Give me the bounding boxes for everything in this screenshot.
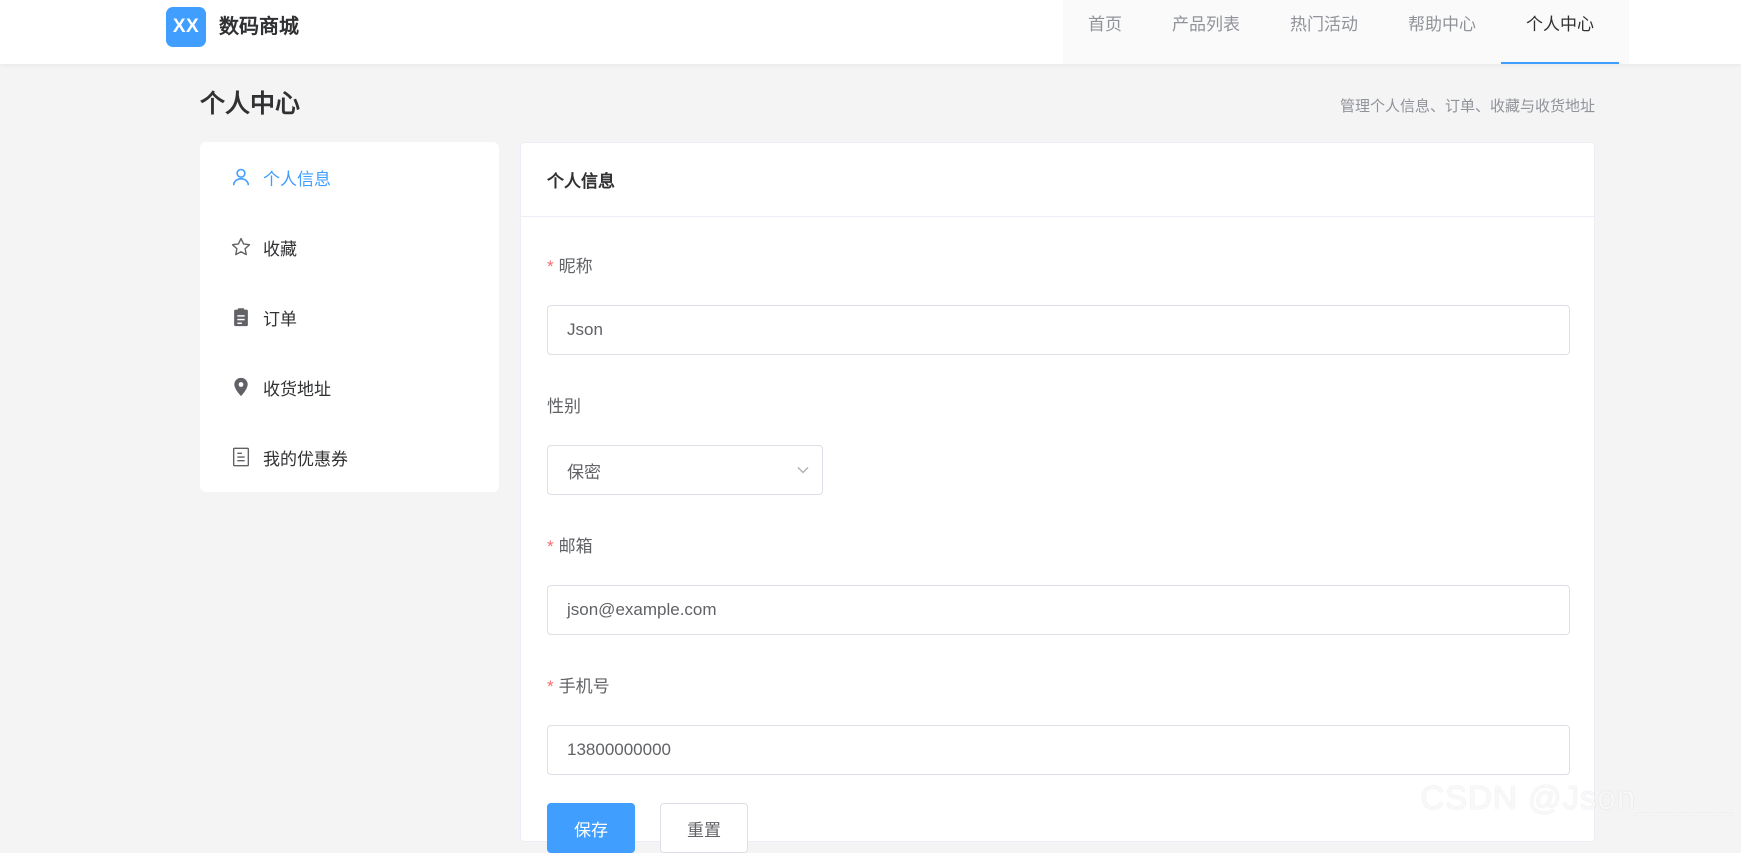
nav-item-profile[interactable]: 个人中心 — [1501, 0, 1619, 64]
phone-input[interactable]: 13800000000 — [547, 725, 1570, 775]
chevron-down-icon — [797, 467, 809, 474]
phone-label-text: 手机号 — [558, 677, 610, 696]
required-asterisk: * — [547, 537, 554, 556]
location-icon — [230, 376, 252, 398]
sidebar-item-address[interactable]: 收货地址 — [200, 352, 499, 422]
sidebar-menu: 个人信息 收藏 订单 收货地址 我的优惠券 — [200, 142, 499, 492]
email-label-text: 邮箱 — [558, 537, 593, 556]
required-asterisk: * — [547, 257, 554, 276]
star-icon — [230, 236, 252, 258]
sidebar-item-label: 个人信息 — [263, 169, 331, 189]
sidebar-item-profile-info[interactable]: 个人信息 — [200, 142, 499, 212]
sidebar-item-orders[interactable]: 订单 — [200, 282, 499, 352]
logo[interactable]: XX — [166, 7, 206, 47]
nav-item-activities[interactable]: 热门活动 — [1265, 0, 1383, 64]
gender-select[interactable]: 保密 — [547, 445, 823, 495]
save-button[interactable]: 保存 — [547, 803, 635, 853]
main-nav: 首页 产品列表 热门活动 帮助中心 个人中心 — [1063, 0, 1629, 64]
profile-info-card: 个人信息 * 昵称 Json 性别 保密 * 邮箱 json@example.com… — [520, 142, 1595, 853]
reset-button[interactable]: 重置 — [660, 803, 748, 853]
watermark: CSDN @Json_____ — [1420, 779, 1733, 816]
page-subtitle: 管理个人信息、订单、收藏与收货地址 — [1339, 98, 1595, 115]
sidebar-item-label: 我的优惠券 — [263, 449, 348, 469]
gender-select-value: 保密 — [567, 462, 601, 482]
user-icon — [230, 166, 252, 188]
email-input[interactable]: json@example.com — [547, 585, 1570, 635]
nav-item-products[interactable]: 产品列表 — [1147, 0, 1265, 64]
sidebar-item-label: 收藏 — [263, 239, 297, 259]
sidebar-item-label: 收货地址 — [263, 379, 331, 399]
card-title: 个人信息 — [521, 143, 1594, 217]
email-label: * 邮箱 — [547, 536, 593, 558]
brand-name[interactable]: 数码商城 — [219, 14, 299, 40]
sidebar-item-label: 订单 — [263, 309, 297, 329]
phone-label: * 手机号 — [547, 676, 610, 698]
sidebar-item-coupons[interactable]: 我的优惠券 — [200, 422, 499, 492]
sidebar-item-favorites[interactable]: 收藏 — [200, 212, 499, 282]
clipboard-icon — [230, 306, 252, 328]
gender-label: 性别 — [547, 397, 581, 416]
nav-item-help[interactable]: 帮助中心 — [1383, 0, 1501, 64]
required-asterisk: * — [547, 677, 554, 696]
nickname-label-text: 昵称 — [558, 257, 593, 276]
nickname-input[interactable]: Json — [547, 305, 1570, 355]
coupon-icon — [230, 446, 252, 468]
page-title: 个人中心 — [200, 90, 301, 118]
top-navbar: XX 数码商城 首页 产品列表 热门活动 帮助中心 个人中心 — [0, 0, 1741, 64]
nickname-label: * 昵称 — [547, 256, 593, 278]
nav-item-home[interactable]: 首页 — [1063, 0, 1147, 64]
